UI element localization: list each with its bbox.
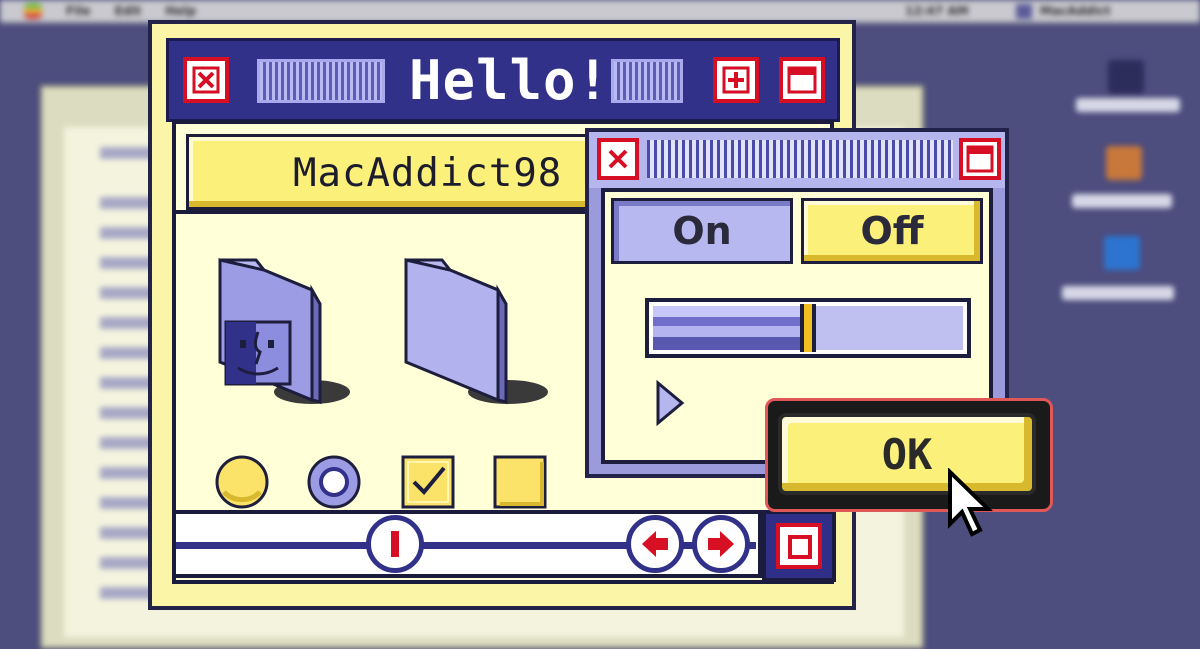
desktop-icon-3[interactable] — [1104, 236, 1140, 270]
slider-fill — [653, 306, 800, 350]
scroll-right-arrow-icon[interactable] — [692, 515, 750, 573]
menubar-clock: 12:47 AM — [905, 4, 969, 18]
disclosure-triangle-icon[interactable] — [655, 380, 685, 426]
menu-edit[interactable]: Edit — [115, 4, 142, 18]
on-toggle-button[interactable]: On — [611, 198, 793, 264]
folder-icon[interactable] — [398, 252, 548, 412]
titlebar-grill-right — [611, 59, 683, 103]
horizontal-scrollbar[interactable] — [172, 510, 762, 578]
hello-window-titlebar[interactable]: Hello! — [166, 38, 840, 122]
window-shade-icon — [787, 66, 817, 94]
desktop-icon-3-label — [1062, 286, 1174, 300]
resize-icon — [776, 523, 822, 569]
application-menu-icon[interactable] — [1016, 4, 1032, 19]
panel-collapse-button[interactable] — [959, 138, 1001, 180]
ok-button-frame: OK — [765, 398, 1053, 512]
slider-track — [816, 306, 963, 350]
ok-button[interactable]: OK — [778, 413, 1036, 495]
slider[interactable] — [645, 298, 971, 358]
checkbox-checked[interactable] — [400, 454, 456, 510]
desktop-icon-1[interactable] — [1108, 60, 1144, 94]
application-menu[interactable]: MacAddict — [1040, 4, 1111, 18]
desktop-icon-2-label — [1072, 194, 1172, 208]
radio-button-unselected[interactable] — [212, 452, 272, 512]
scroll-left-arrow-icon[interactable] — [626, 515, 684, 573]
panel-titlebar-grill — [647, 140, 953, 178]
close-icon — [608, 149, 628, 169]
apple-menu-icon[interactable] — [24, 3, 42, 19]
zoom-button[interactable] — [713, 57, 759, 103]
checkbox-unchecked[interactable] — [492, 454, 548, 510]
close-button[interactable] — [183, 57, 229, 103]
desktop-icon-2[interactable] — [1106, 146, 1142, 180]
titlebar-grill-left — [257, 59, 385, 103]
collapse-button[interactable] — [779, 57, 825, 103]
menu-file[interactable]: File — [66, 4, 91, 18]
panel-close-button[interactable] — [597, 138, 639, 180]
close-icon — [192, 66, 220, 94]
control-panel-titlebar[interactable] — [589, 132, 1005, 188]
slider-thumb[interactable] — [800, 304, 816, 352]
desktop-icon-1-label — [1076, 98, 1180, 112]
radio-button-selected[interactable] — [304, 452, 364, 512]
menu-help[interactable]: Help — [165, 4, 196, 18]
name-field-value: MacAddict98 — [293, 151, 563, 196]
plus-icon — [722, 66, 750, 94]
scroll-thumb-icon[interactable] — [366, 515, 424, 573]
window-shade-icon — [966, 145, 994, 173]
finder-folder-icon[interactable] — [212, 252, 362, 412]
mouse-pointer-icon — [948, 468, 993, 537]
off-toggle-button[interactable]: Off — [801, 198, 983, 264]
window-title: Hello! — [409, 49, 611, 112]
resize-button[interactable] — [762, 510, 836, 582]
